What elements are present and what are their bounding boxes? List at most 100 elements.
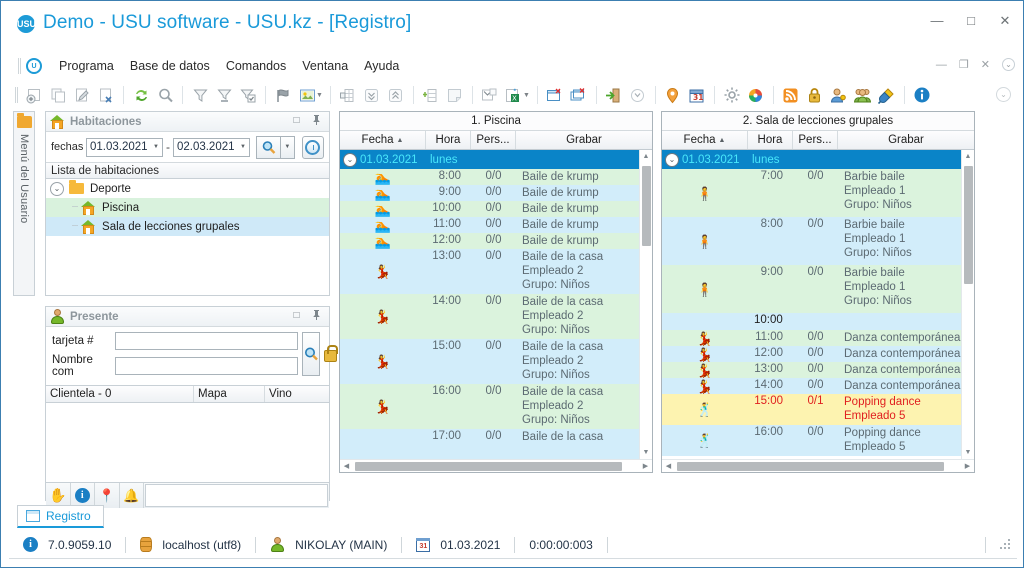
mdi-more-button[interactable]: ⌄ [1002, 58, 1015, 71]
scrollbar-thumb[interactable] [677, 462, 944, 471]
schedule-entry-row[interactable]: 🏊 9:00 0/0 Baile de krump [340, 185, 639, 201]
add-record-icon[interactable] [23, 84, 45, 106]
menu-item-base-de-datos[interactable]: Base de datos [122, 57, 218, 75]
insert-row-icon[interactable] [420, 84, 442, 106]
expander-icon[interactable]: ⌄ [343, 152, 357, 167]
schedule-entry-row[interactable]: 🏊 12:00 0/0 Baile de krump [340, 233, 639, 249]
menu-item-ventana[interactable]: Ventana [294, 57, 356, 75]
column-header-grabar[interactable]: Grabar [838, 131, 974, 149]
mdi-minimize-button[interactable]: — [936, 59, 947, 71]
presente-lock-button[interactable] [324, 332, 338, 376]
menu-item-programa[interactable]: Programa [51, 57, 122, 75]
schedule-entry-row[interactable]: 10:00 [662, 313, 961, 330]
schedule-entry-row[interactable]: 🧍 9:00 0/0 Barbie baile Empleado 1 Grupo… [662, 265, 961, 313]
chevron-down-icon[interactable]: ▼ [153, 144, 159, 150]
schedule-entry-row[interactable]: 💃 12:00 0/0 Danza contemporánea [662, 346, 961, 362]
presente-restore-button[interactable]: □ [291, 310, 302, 323]
resize-grip-icon[interactable] [1000, 539, 1011, 550]
schedule-entry-row-highlighted[interactable]: 🕺 15:00 0/1 Popping dance Empleado 5 [662, 394, 961, 425]
refresh-icon[interactable] [130, 84, 152, 106]
filter-remove-icon[interactable] [213, 84, 235, 106]
scroll-left-icon[interactable]: ◀ [662, 462, 675, 470]
schedule-vertical-scrollbar[interactable]: ▲ ▼ [961, 150, 974, 459]
menu-grip-handle[interactable] [18, 58, 21, 74]
column-header-hora[interactable]: Hora [748, 131, 793, 149]
schedule-vertical-scrollbar[interactable]: ▲ ▼ [639, 150, 652, 459]
schedule-entry-row[interactable]: 🧍 7:00 0/0 Barbie baile Empleado 1 Grupo… [662, 169, 961, 217]
tarjeta-input[interactable] [115, 332, 298, 350]
user-key-icon[interactable] [828, 84, 850, 106]
habitaciones-search-button[interactable] [255, 135, 281, 159]
users-icon[interactable] [852, 84, 874, 106]
menu-item-comandos[interactable]: Comandos [218, 57, 294, 75]
habitaciones-now-button[interactable] [301, 135, 325, 159]
filter-icon[interactable] [189, 84, 211, 106]
habitaciones-restore-button[interactable]: □ [291, 115, 302, 128]
column-header-grabar[interactable]: Grabar [516, 131, 652, 149]
calendar-icon[interactable]: 31 [686, 84, 708, 106]
exit-icon[interactable] [603, 84, 625, 106]
column-header-fecha[interactable]: Fecha ▲ [340, 131, 426, 149]
close-button[interactable]: ✕ [997, 13, 1013, 29]
column-header-hora[interactable]: Hora [426, 131, 471, 149]
schedule-entry-row[interactable]: 17:00 0/0 Baile de la casa [340, 429, 639, 459]
schedule-entry-row[interactable]: 💃 14:00 0/0 Baile de la casa Empleado 2 … [340, 294, 639, 339]
scrollbar-thumb[interactable] [355, 462, 622, 471]
chevron-down-icon[interactable]: ▼ [240, 144, 246, 150]
plug-icon[interactable] [876, 84, 898, 106]
expander-icon[interactable]: ⌄ [665, 152, 679, 167]
tree-node-deporte[interactable]: ⌄ Deporte [46, 179, 329, 198]
copy-record-icon[interactable] [47, 84, 69, 106]
scroll-down-icon[interactable]: ▼ [640, 446, 652, 459]
column-header-clientela[interactable]: Clientela - 0 [46, 386, 194, 402]
tree-node-piscina[interactable]: ┄ Piscina [46, 198, 329, 217]
expander-icon[interactable]: ⌄ [50, 181, 64, 196]
image-dropdown-caret-icon[interactable]: ▼ [316, 92, 323, 99]
scroll-up-icon[interactable]: ▲ [640, 150, 652, 163]
date-from-input[interactable]: 01.03.2021 ▼ [86, 137, 163, 157]
habitaciones-search-dropdown[interactable]: ▼ [280, 135, 295, 159]
note-icon[interactable] [444, 84, 466, 106]
schedule-entry-row[interactable]: 💃 14:00 0/0 Danza contemporánea [662, 378, 961, 394]
lock-icon[interactable] [804, 84, 826, 106]
tree-node-sala-de-lecciones-grupales[interactable]: ┄ Sala de lecciones grupales [46, 217, 329, 236]
column-header-mapa[interactable]: Mapa [194, 386, 265, 402]
column-header-vino[interactable]: Vino [265, 386, 329, 402]
scroll-down-icon[interactable]: ▼ [962, 446, 974, 459]
edit-record-icon[interactable] [71, 84, 93, 106]
schedule-horizontal-scrollbar[interactable]: ◀ ▶ [662, 459, 974, 472]
image-icon[interactable] [296, 84, 318, 106]
schedule-entry-row[interactable]: 🏊 8:00 0/0 Baile de krump [340, 169, 639, 185]
schedule-date-group-row[interactable]: ⌄ 01.03.2021 lunes [340, 150, 639, 169]
maximize-button[interactable]: □ [963, 13, 979, 29]
schedule-entry-row[interactable]: 💃 11:00 0/0 Danza contemporánea [662, 330, 961, 346]
schedule-horizontal-scrollbar[interactable]: ◀ ▶ [340, 459, 652, 472]
date-to-input[interactable]: 02.03.2021 ▼ [172, 137, 250, 157]
scroll-right-icon[interactable]: ▶ [639, 462, 652, 470]
group-columns-icon[interactable] [337, 84, 359, 106]
delete-record-icon[interactable] [95, 84, 117, 106]
collapse-all-icon[interactable] [385, 84, 407, 106]
nombre-input[interactable] [115, 357, 298, 375]
schedule-entry-row[interactable]: 💃 13:00 0/0 Danza contemporánea [662, 362, 961, 378]
flag-icon[interactable] [272, 84, 294, 106]
excel-export-icon[interactable]: X [503, 84, 525, 106]
schedule-entry-row[interactable]: 🏊 10:00 0/0 Baile de krump [340, 201, 639, 217]
scroll-up-icon[interactable]: ▲ [962, 150, 974, 163]
about-icon[interactable] [911, 84, 933, 106]
scrollbar-thumb[interactable] [964, 166, 973, 284]
minimize-button[interactable]: — [929, 13, 945, 29]
new-windows-icon[interactable] [568, 84, 590, 106]
more-icon[interactable] [627, 84, 649, 106]
presente-toolbar-input[interactable] [145, 484, 328, 507]
sidebar-item-menu-del-usuario[interactable]: Menú del Usuario [13, 111, 35, 296]
presente-search-button[interactable] [302, 332, 320, 376]
menu-item-ayuda[interactable]: Ayuda [356, 57, 407, 75]
settings-icon[interactable] [721, 84, 743, 106]
schedule-entry-row[interactable]: 🧍 8:00 0/0 Barbie baile Empleado 1 Grupo… [662, 217, 961, 265]
presente-pin-button[interactable] [311, 310, 322, 323]
search-icon[interactable] [154, 84, 176, 106]
tab-registro[interactable]: Registro [17, 505, 104, 528]
toolbar-grip-handle[interactable] [15, 87, 18, 103]
scroll-right-icon[interactable]: ▶ [961, 462, 974, 470]
